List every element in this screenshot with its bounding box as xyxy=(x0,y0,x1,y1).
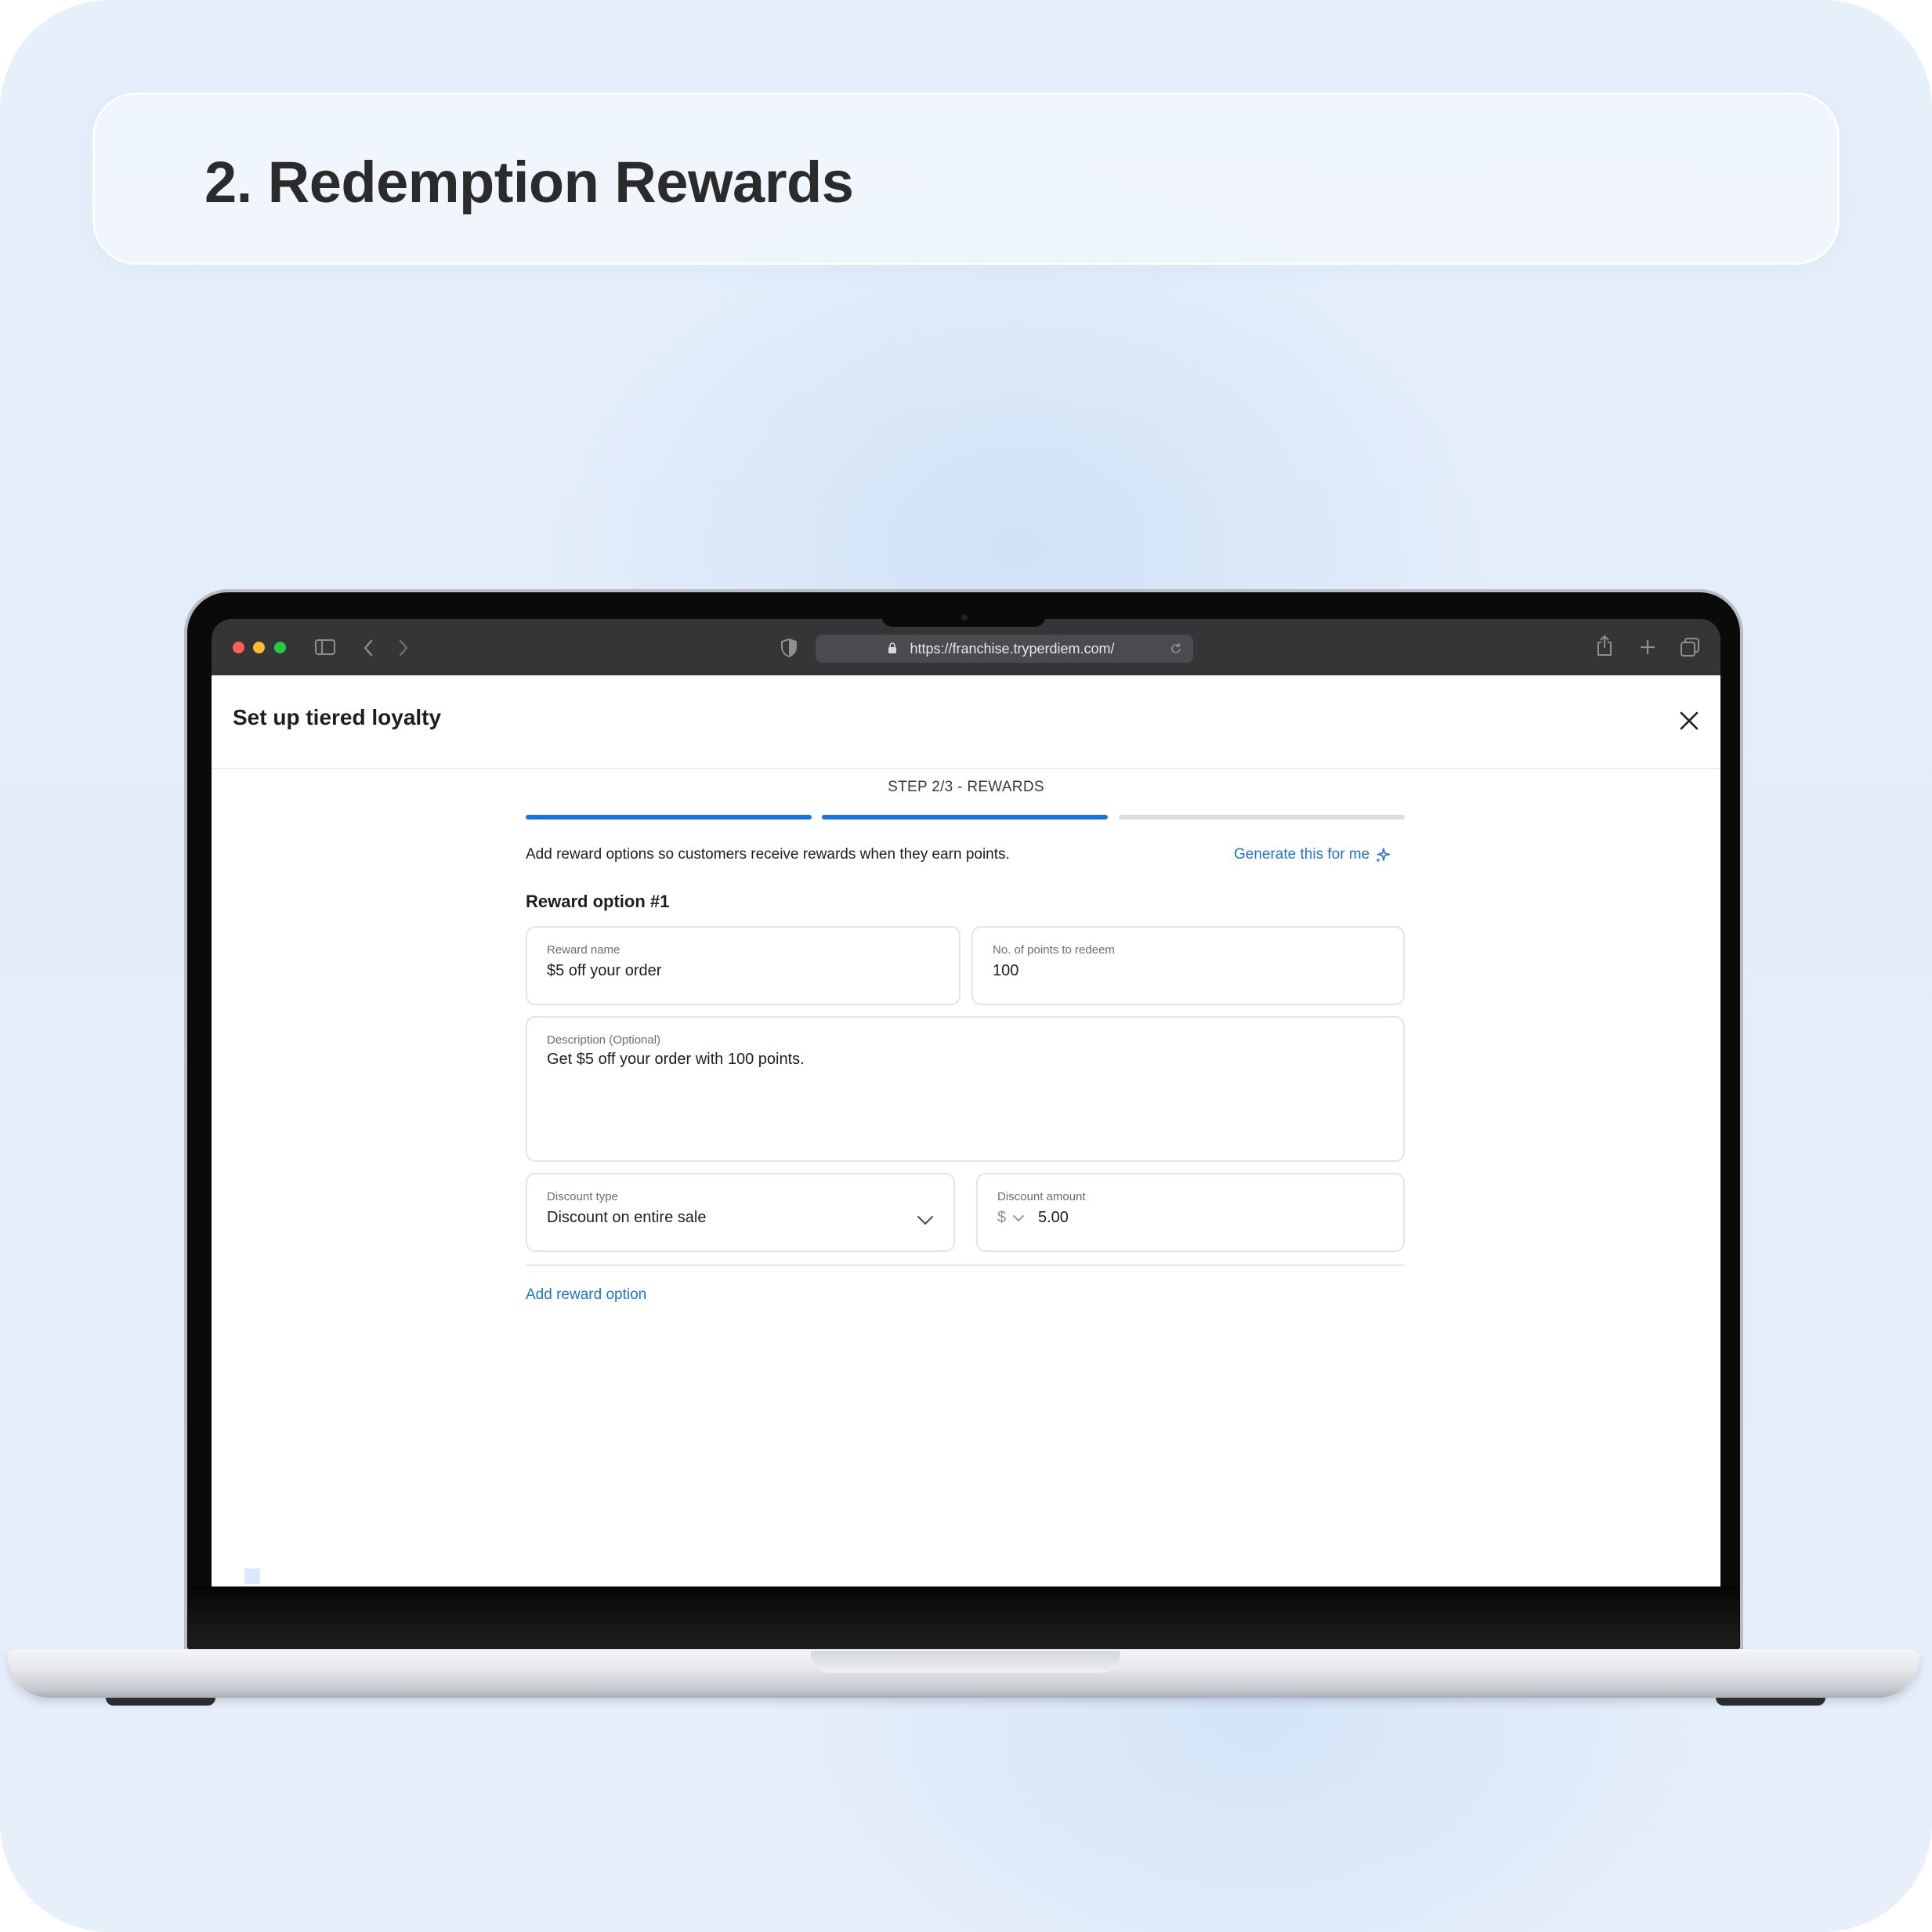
laptop-foot-left xyxy=(106,1698,215,1706)
web-page: Set up tiered loyalty STEP 2/3 - REWARDS… xyxy=(212,675,1720,1586)
camera xyxy=(961,614,968,620)
modal-title: Set up tiered loyalty xyxy=(233,705,442,729)
laptop-opening-groove xyxy=(811,1651,1120,1673)
slide-background: 2. Redemption Rewards https://franchise.… xyxy=(0,0,1932,1932)
points-label: No. of points to redeem xyxy=(993,943,1115,957)
add-reward-option-link[interactable]: Add reward option xyxy=(526,1286,646,1304)
browser-toolbar: https://franchise.tryperdiem.com/ xyxy=(212,619,1720,675)
sparkle-icon xyxy=(1376,848,1391,863)
reload-icon[interactable] xyxy=(1170,642,1182,655)
points-field[interactable]: No. of points to redeem 100 xyxy=(971,926,1405,1005)
slide-title-card: 2. Redemption Rewards xyxy=(92,92,1840,265)
description-value: Get $5 off your order with 100 points. xyxy=(547,1051,805,1068)
laptop-bottom-bezel xyxy=(188,1586,1739,1649)
description-label: Description (Optional) xyxy=(547,1033,661,1047)
reward-name-field[interactable]: Reward name $5 off your order xyxy=(526,926,961,1005)
currency-symbol: $ xyxy=(997,1209,1007,1226)
progress-segment-1 xyxy=(526,815,812,819)
currency-chevron-icon xyxy=(1013,1214,1025,1221)
section-divider xyxy=(526,1264,1405,1266)
chevron-down-icon xyxy=(917,1216,933,1225)
modal-header: Set up tiered loyalty xyxy=(212,675,1720,769)
discount-type-value: Discount on entire sale xyxy=(547,1209,707,1226)
tabs-overview-icon[interactable] xyxy=(1681,638,1699,657)
points-value: 100 xyxy=(993,962,1019,979)
reward-name-value: $5 off your order xyxy=(547,962,662,979)
discount-amount-value[interactable]: 5.00 xyxy=(1038,1209,1069,1227)
discount-type-label: Discount type xyxy=(547,1190,618,1203)
generate-label: Generate this for me xyxy=(1234,846,1370,863)
discount-amount-field[interactable]: Discount amount $ 5.00 xyxy=(976,1173,1405,1252)
close-icon[interactable] xyxy=(1677,708,1702,733)
laptop-screen: https://franchise.tryperdiem.com/ Set up… xyxy=(212,619,1720,1586)
back-icon[interactable] xyxy=(363,639,374,657)
laptop-foot-right xyxy=(1716,1698,1825,1706)
progress-segment-3 xyxy=(1119,815,1405,819)
url-text: https://franchise.tryperdiem.com/ xyxy=(910,641,1115,657)
sidebar-icon[interactable] xyxy=(315,639,335,655)
share-icon[interactable] xyxy=(1596,635,1613,657)
shield-icon[interactable] xyxy=(781,639,797,657)
slide-title: 2. Redemption Rewards xyxy=(204,150,854,215)
intro-text: Add reward options so customers receive … xyxy=(526,846,1010,863)
reward-option-title: Reward option #1 xyxy=(526,892,670,911)
step-label: STEP 2/3 - REWARDS xyxy=(888,779,1044,795)
generate-link[interactable]: Generate this for me xyxy=(1234,846,1391,863)
new-tab-icon[interactable] xyxy=(1639,639,1656,656)
zoom-window-dot[interactable] xyxy=(274,642,286,653)
description-field[interactable]: Description (Optional) Get $5 off your o… xyxy=(526,1016,1405,1162)
close-window-dot[interactable] xyxy=(233,642,244,653)
page-corner-square xyxy=(244,1568,260,1584)
reward-name-label: Reward name xyxy=(547,943,620,957)
discount-amount-label: Discount amount xyxy=(997,1190,1086,1203)
address-bar[interactable]: https://franchise.tryperdiem.com/ xyxy=(816,635,1193,663)
forward-icon[interactable] xyxy=(398,639,409,657)
minimize-window-dot[interactable] xyxy=(253,642,265,653)
progress-segment-2 xyxy=(822,815,1108,819)
discount-type-select[interactable]: Discount type Discount on entire sale xyxy=(526,1173,955,1252)
currency-selector[interactable]: $ xyxy=(997,1209,1025,1227)
